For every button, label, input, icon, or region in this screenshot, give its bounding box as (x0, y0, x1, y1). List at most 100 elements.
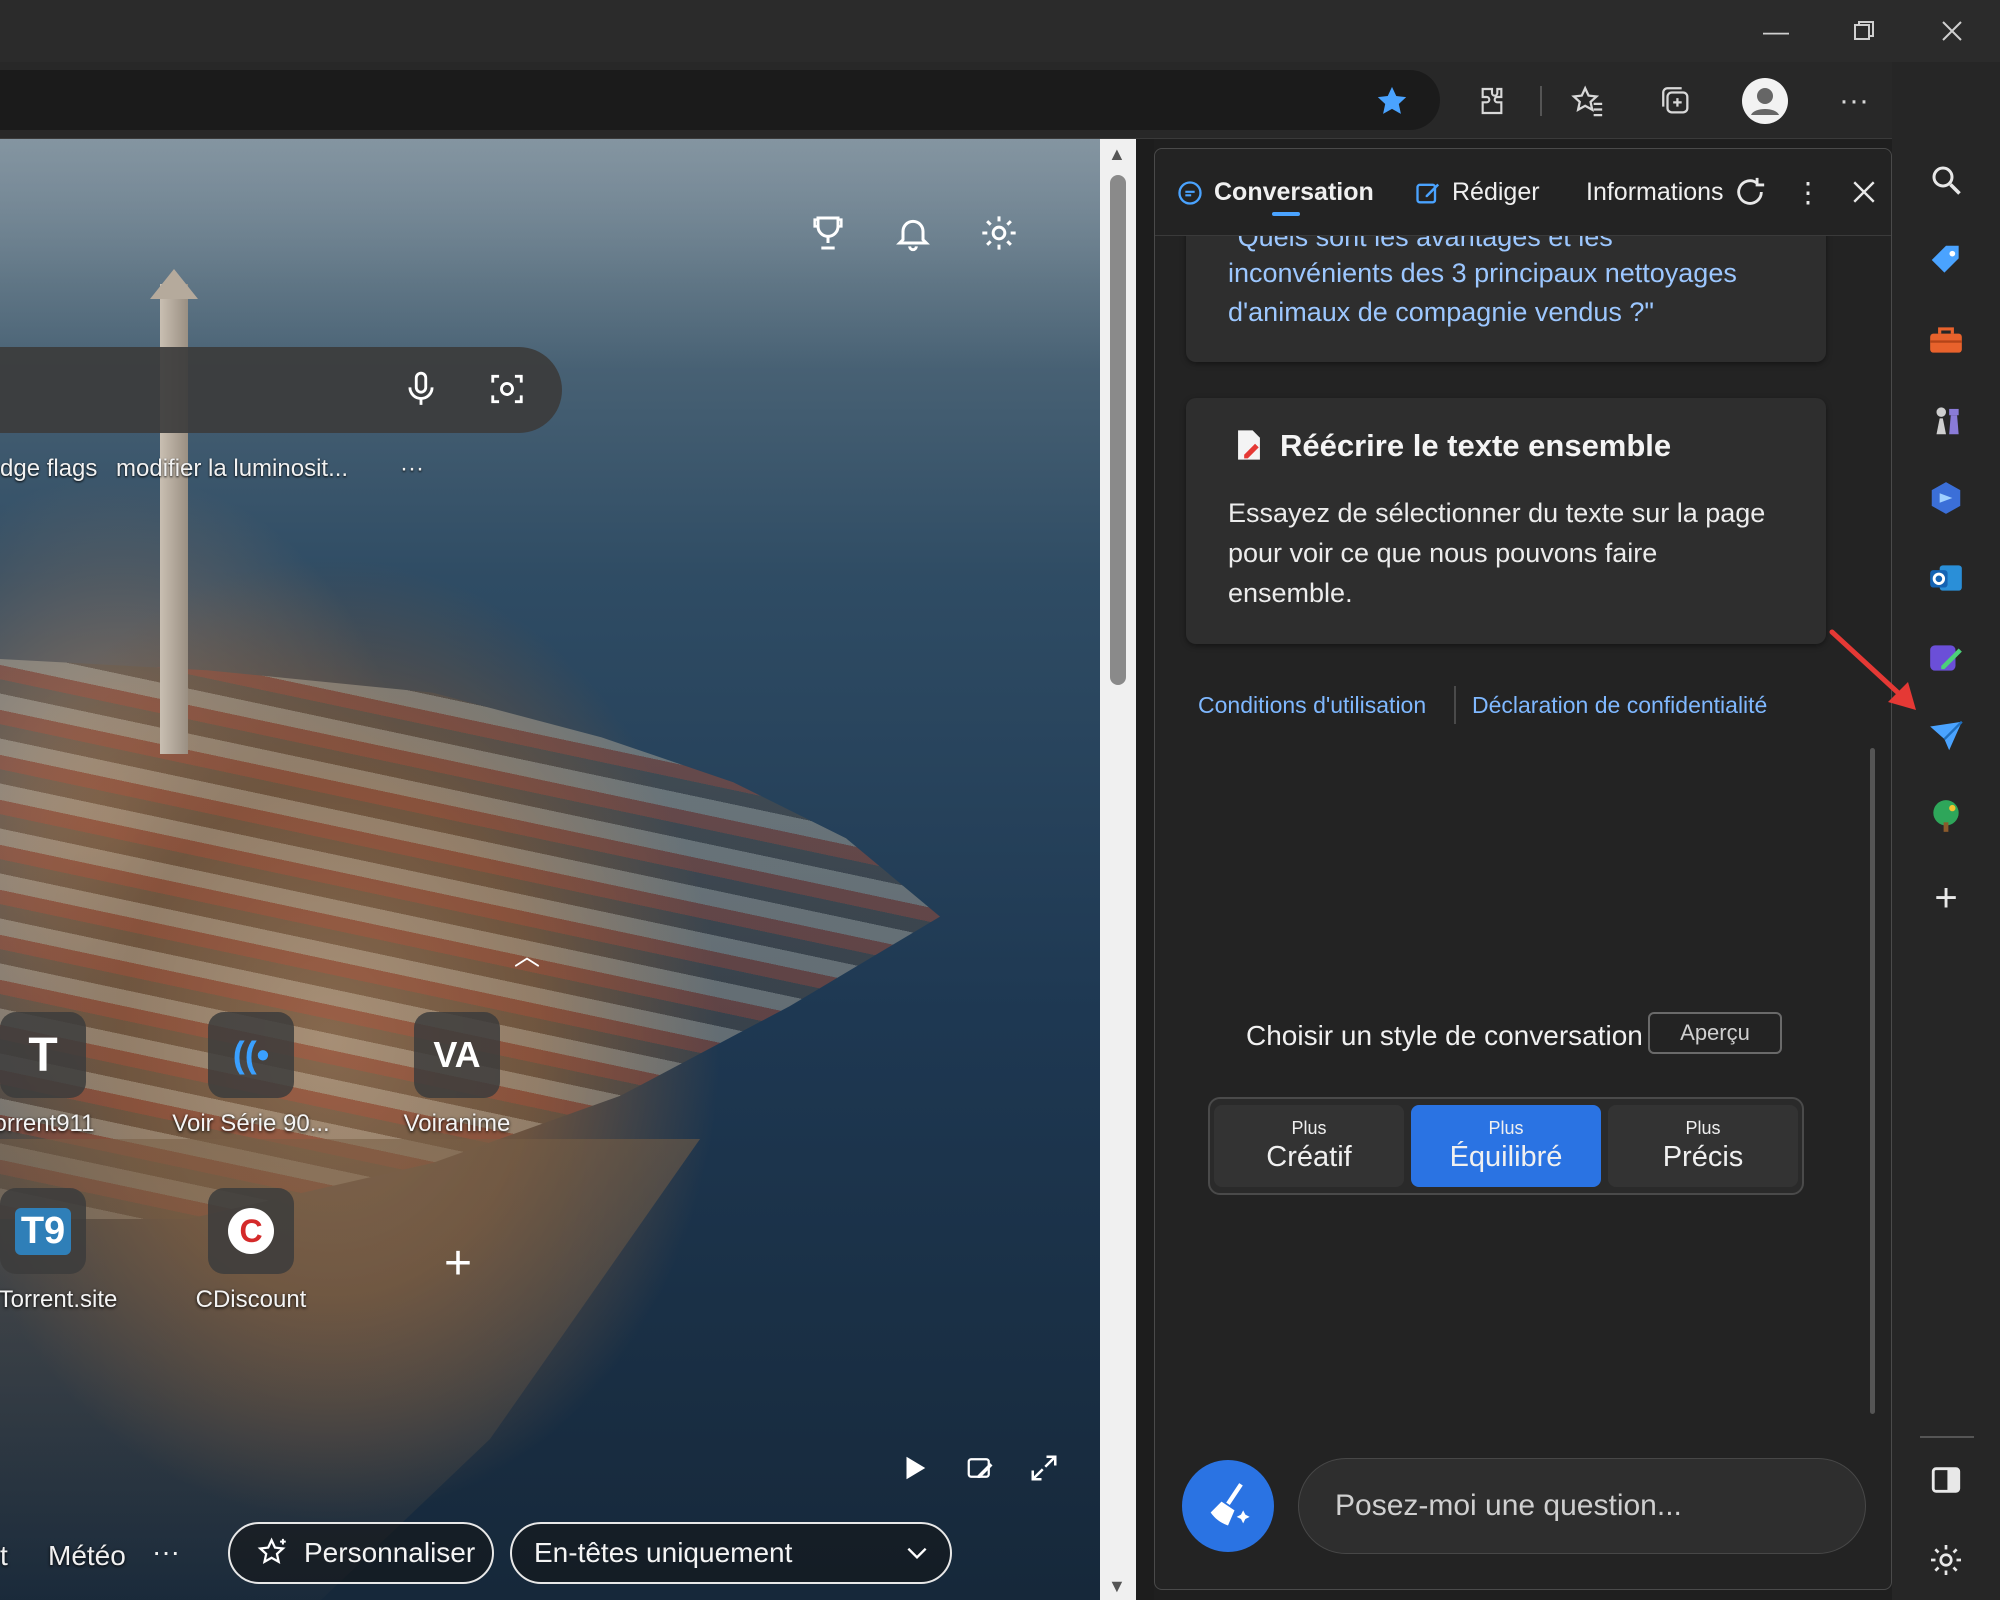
toolbox-icon (1930, 327, 1962, 353)
content-visibility-select[interactable]: En-têtes uniquement (510, 1522, 952, 1584)
suggestion-line: inconvénients des 3 principaux nettoyage… (1228, 258, 1737, 288)
tab-conversation[interactable]: Conversation (1176, 178, 1374, 207)
profile-icon (1742, 78, 1788, 124)
panel-close-button[interactable] (1846, 174, 1882, 210)
panel-scrollbar[interactable] (1870, 748, 1875, 1414)
microphone-icon (408, 371, 434, 405)
copilot-icon (1931, 482, 1961, 514)
site-tile-torrent-site[interactable]: T9 (0, 1188, 86, 1274)
window-close-button[interactable] (1908, 0, 1996, 62)
tab-label: Informations (1586, 178, 1724, 206)
fullscreen-button[interactable] (1016, 1440, 1072, 1496)
personalize-button[interactable]: Personnaliser (228, 1522, 494, 1584)
personalize-label: Personnaliser (304, 1537, 476, 1568)
settings-icon (1931, 1545, 1961, 1575)
visual-search-button[interactable] (478, 360, 536, 418)
sidebar-search-button[interactable] (1918, 152, 1974, 208)
favorite-button[interactable] (1362, 78, 1422, 124)
document-edit-icon (1234, 428, 1264, 462)
ask-question-input[interactable]: Posez-moi une question... (1298, 1458, 1866, 1554)
rewards-button[interactable] (799, 204, 857, 262)
profile-button[interactable] (1735, 78, 1795, 124)
more-button[interactable]: ··· (1824, 78, 1884, 124)
scroll-down-arrow-icon[interactable]: ▼ (1108, 1576, 1126, 1597)
title-bar (0, 0, 2000, 62)
send-icon (1930, 720, 1963, 751)
sidebar-settings-button[interactable] (1918, 1532, 1974, 1588)
style-option-balanced[interactable]: Plus Équilibré (1411, 1105, 1601, 1187)
tile-label: Torrent.site (0, 1286, 118, 1313)
ask-question-placeholder: Posez-moi une question... (1335, 1489, 1682, 1522)
address-bar[interactable] (0, 70, 1440, 130)
site-tile-torrent911[interactable]: T (0, 1012, 86, 1098)
refresh-icon (1737, 177, 1765, 205)
sidebar-add-button[interactable]: + (1918, 870, 1974, 926)
extensions-icon (1481, 87, 1503, 115)
panel-gap (1136, 139, 1154, 1600)
chess-icon (1936, 407, 1959, 435)
minimize-button[interactable]: — (1732, 0, 1820, 62)
feed-tab-fragment[interactable]: t (0, 1540, 8, 1572)
sidebar-hide-button[interactable] (1918, 1452, 1974, 1508)
new-topic-button[interactable] (1182, 1460, 1274, 1552)
gear-icon (982, 216, 1016, 250)
sidebar-tools-button[interactable] (1918, 312, 1974, 368)
image-info-button[interactable] (952, 1440, 1008, 1496)
preview-badge: Aperçu (1648, 1012, 1782, 1054)
notifications-button[interactable] (884, 204, 942, 262)
tab-compose[interactable]: Rédiger (1414, 178, 1540, 207)
style-option-creative[interactable]: Plus Créatif (1214, 1105, 1404, 1187)
feed-tabs-more[interactable]: ··· (152, 1536, 180, 1568)
sidebar-tree-button[interactable] (1918, 788, 1974, 844)
style-option-precise[interactable]: Plus Précis (1608, 1105, 1798, 1187)
link-divider (1454, 686, 1456, 724)
site-tile-voir-serie[interactable]: ((• (208, 1012, 294, 1098)
quick-link[interactable]: dge flags (0, 455, 97, 483)
broom-icon (1210, 1483, 1250, 1526)
refresh-button[interactable] (1730, 172, 1770, 212)
restore-button[interactable] (1820, 0, 1908, 62)
collections-button[interactable] (1646, 78, 1706, 124)
site-tile-cdiscount[interactable]: C (208, 1188, 294, 1274)
copilot-panel (1154, 148, 1892, 1590)
add-shortcut-button[interactable]: + (430, 1236, 486, 1292)
sidebar-drop-button[interactable] (1918, 708, 1974, 764)
conversation-style-label: Choisir un style de conversation (1246, 1020, 1643, 1051)
favorites-button[interactable] (1558, 78, 1618, 124)
sidebar-games-button[interactable] (1918, 392, 1974, 448)
compose-icon (1416, 183, 1440, 203)
page-scrollbar-thumb[interactable] (1110, 175, 1126, 685)
chevron-down-icon (907, 1547, 927, 1560)
terms-of-use-link[interactable]: Conditions d'utilisation (1198, 692, 1426, 719)
privacy-statement-link[interactable]: Déclaration de confidentialité (1472, 692, 1767, 719)
scroll-up-arrow-icon[interactable]: ▲ (1108, 144, 1126, 165)
site-tile-voiranime[interactable]: VA (414, 1012, 500, 1098)
sidebar-divider (1920, 1436, 1974, 1438)
page-settings-button[interactable] (970, 204, 1028, 262)
quick-link[interactable]: modifier la luminosit... (116, 455, 348, 483)
annotation-arrow (1829, 629, 1916, 710)
voice-search-button[interactable] (392, 360, 450, 418)
collections-icon (1662, 87, 1689, 114)
sidebar-designer-button[interactable] (1918, 630, 1974, 686)
tab-insights[interactable]: Informations (1586, 178, 1724, 207)
style-option-prefix: Plus (1488, 1118, 1524, 1138)
panel-more-button[interactable]: ⋮ (1794, 176, 1822, 210)
favorite-star-icon (1377, 86, 1407, 114)
add-icon: + (1934, 875, 1958, 920)
extensions-button[interactable] (1462, 78, 1522, 124)
feed-tab-weather[interactable]: Météo (48, 1540, 126, 1572)
active-tab-indicator (1272, 212, 1300, 216)
sidebar-shopping-button[interactable] (1918, 232, 1974, 288)
quick-links-more[interactable]: ··· (400, 455, 424, 483)
style-option-prefix: Plus (1685, 1118, 1721, 1138)
sidebar-copilot-button[interactable] (1918, 470, 1974, 526)
bell-icon (896, 219, 930, 252)
chevron-up-icon[interactable]: ︿ (514, 936, 540, 973)
play-background-button[interactable] (886, 1440, 942, 1496)
trophy-icon (813, 216, 843, 250)
tile-logo: T (28, 1028, 58, 1082)
sidebar-outlook-button[interactable] (1918, 550, 1974, 606)
style-option-prefix: Plus (1291, 1118, 1327, 1138)
tile-logo: ((• (232, 1034, 270, 1075)
